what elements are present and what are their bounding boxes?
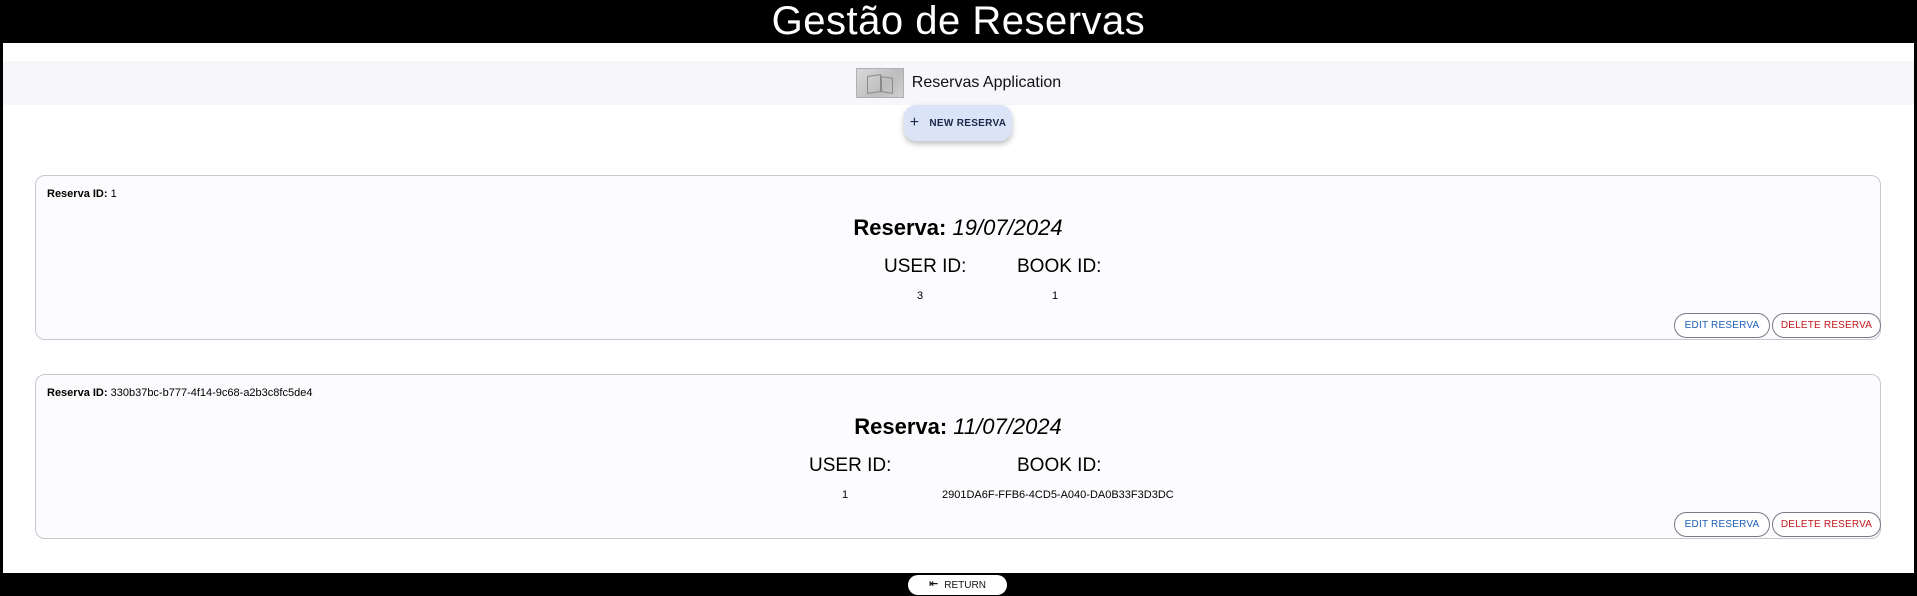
book-id-label: BOOK ID: <box>1017 256 1102 277</box>
edit-reserva-button[interactable]: EDIT RESERVA <box>1674 512 1770 537</box>
reserva-id: Reserva ID: 1 <box>47 188 117 200</box>
user-id-label: USER ID: <box>884 256 967 277</box>
delete-reserva-button[interactable]: DELETE RESERVA <box>1772 512 1881 537</box>
books-thumbnail-icon <box>855 68 904 98</box>
reserva-id-label: Reserva ID: <box>47 188 108 200</box>
return-button[interactable]: ⇤ RETURN <box>908 575 1007 595</box>
reserva-id-value: 1 <box>110 188 117 200</box>
app-bar: Reservas Application <box>3 61 1914 105</box>
edit-reserva-button[interactable]: EDIT RESERVA <box>1674 313 1770 338</box>
page-title: Gestão de Reservas <box>0 0 1917 43</box>
reserva-date: Reserva: 19/07/2024 <box>36 215 1880 241</box>
delete-reserva-button[interactable]: DELETE RESERVA <box>1772 313 1881 338</box>
return-label: RETURN <box>944 579 986 591</box>
plus-icon: + <box>909 114 920 131</box>
reserva-id-value: 330b37bc-b777-4f14-9c68-a2b3c8fc5de4 <box>110 387 313 399</box>
book-id-label: BOOK ID: <box>1017 455 1102 476</box>
reserva-id: Reserva ID: 330b37bc-b777-4f14-9c68-a2b3… <box>47 387 312 399</box>
reserva-card: Reserva ID: 330b37bc-b777-4f14-9c68-a2b3… <box>35 374 1881 539</box>
first-page-icon: ⇤ <box>929 577 939 590</box>
user-id-value: 1 <box>842 489 849 501</box>
new-reserva-button[interactable]: + NEW RESERVA <box>904 105 1012 141</box>
reserva-date-value: 19/07/2024 <box>952 215 1063 240</box>
book-id-value: 2901DA6F-FFB6-4CD5-A040-DA0B33F3D3DC <box>942 489 1174 501</box>
reserva-date-value: 11/07/2024 <box>953 414 1062 439</box>
book-id-value: 1 <box>1052 290 1059 302</box>
user-id-value: 3 <box>917 290 924 302</box>
user-id-label: USER ID: <box>809 455 892 476</box>
reserva-date: Reserva: 11/07/2024 <box>36 414 1880 440</box>
app-title: Reservas Application <box>911 74 1062 91</box>
reserva-card: Reserva ID: 1 Reserva: 19/07/2024 USER I… <box>35 175 1881 340</box>
reserva-date-label: Reserva: <box>854 414 948 439</box>
new-reserva-label: NEW RESERVA <box>929 117 1007 129</box>
reserva-date-label: Reserva: <box>853 215 947 240</box>
reserva-id-label: Reserva ID: <box>47 387 108 399</box>
